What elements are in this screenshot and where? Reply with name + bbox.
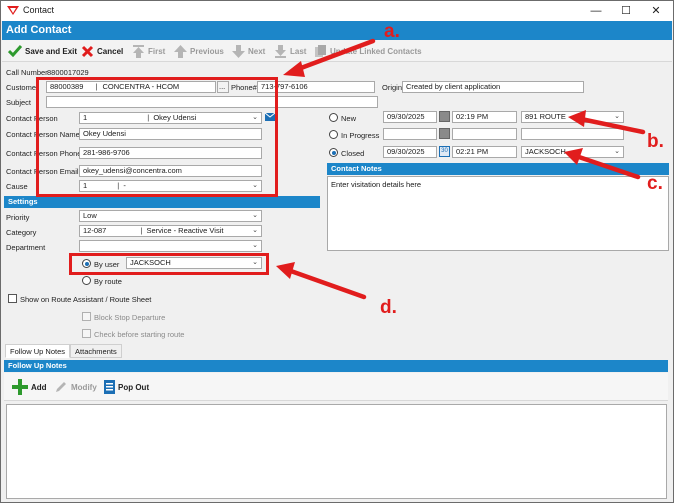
annotation-label-a: a. — [384, 21, 400, 42]
annotation-arrows — [276, 38, 646, 300]
contact-window: Contact — ☐ ✕ Add Contact Save and Exit … — [0, 0, 674, 503]
annotation-label-b: b. — [647, 131, 664, 152]
annotation-label-d: d. — [380, 297, 397, 318]
annotation-label-c: c. — [647, 173, 663, 194]
